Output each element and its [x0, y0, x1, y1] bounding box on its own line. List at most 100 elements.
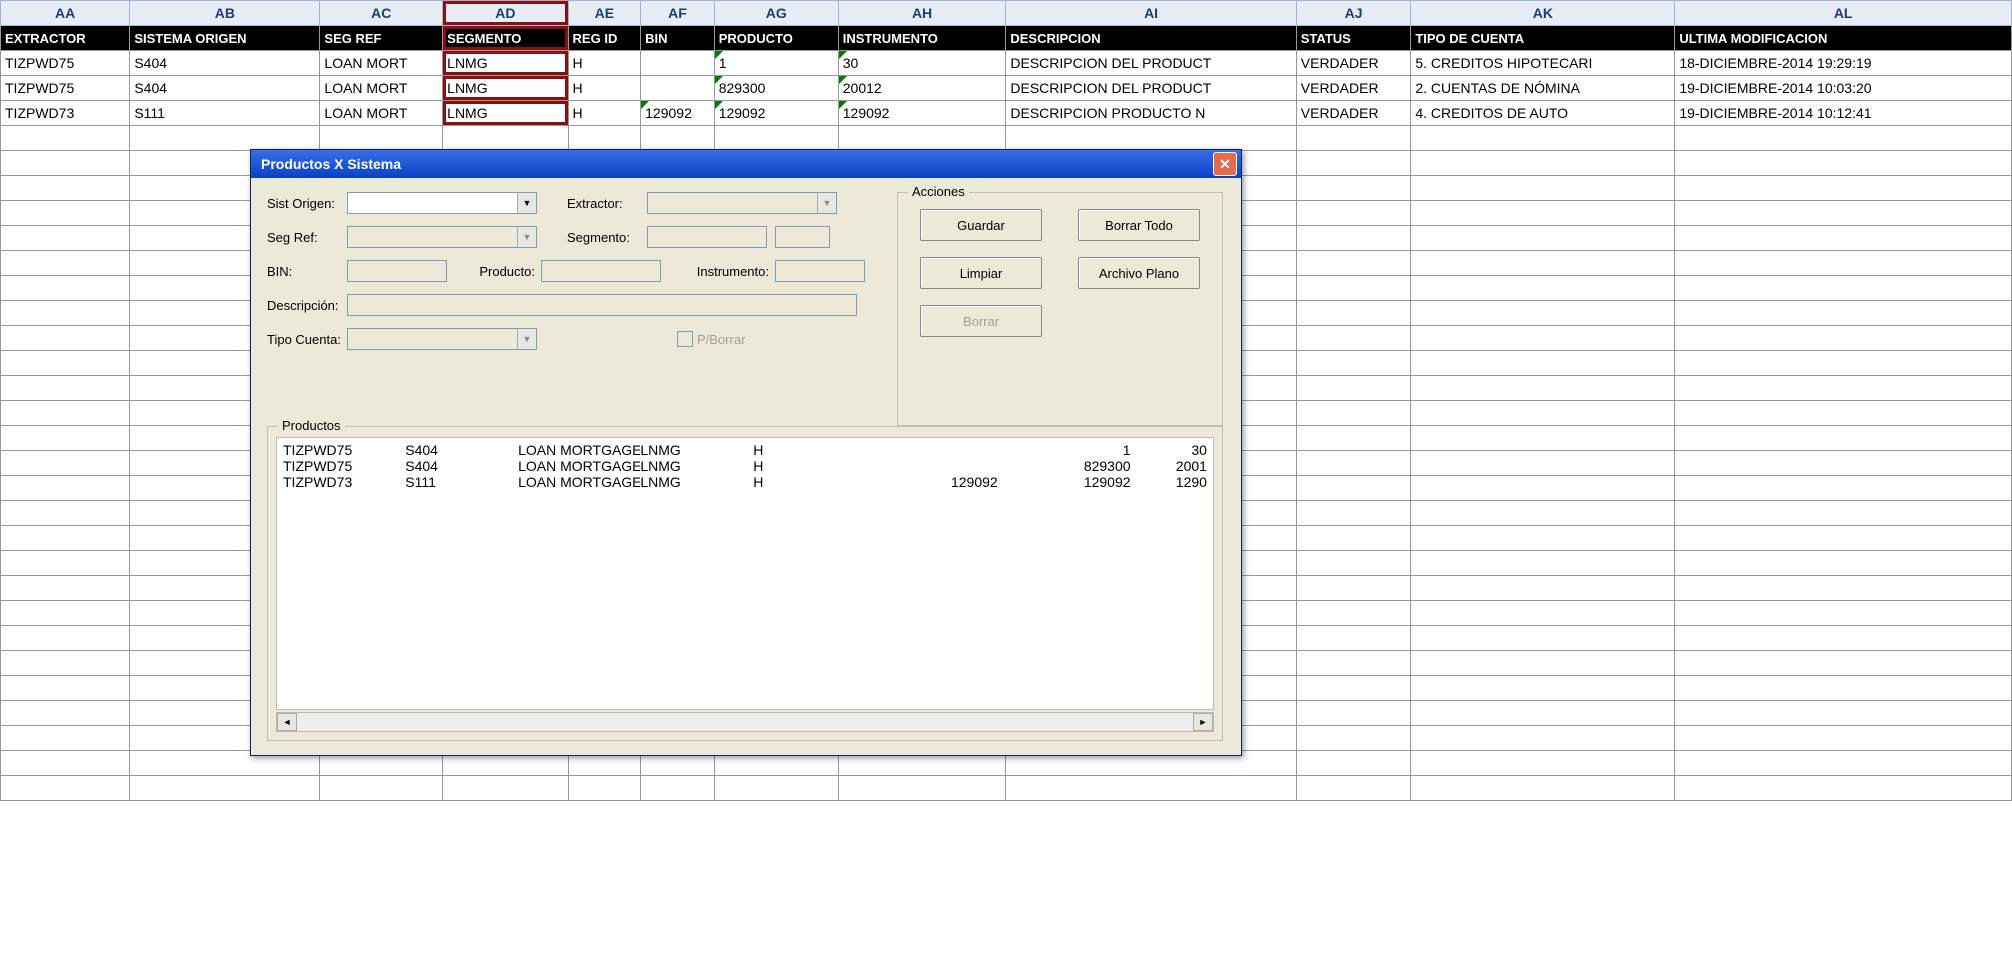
cell[interactable] — [1675, 276, 2012, 301]
cell[interactable] — [1675, 426, 2012, 451]
cell[interactable] — [1, 476, 130, 501]
scroll-left-icon[interactable]: ◄ — [277, 713, 297, 731]
cell[interactable] — [1296, 251, 1411, 276]
cell[interactable] — [568, 126, 641, 151]
data-header[interactable]: SEGMENTO — [443, 26, 568, 51]
cell[interactable] — [1411, 201, 1675, 226]
cell[interactable] — [1, 401, 130, 426]
cell[interactable]: S111 — [130, 101, 320, 126]
cell[interactable] — [1411, 251, 1675, 276]
cell[interactable] — [1411, 726, 1675, 751]
cell[interactable]: TIZPWD73 — [1, 101, 130, 126]
cell[interactable] — [1, 601, 130, 626]
cell[interactable] — [1, 701, 130, 726]
cell[interactable] — [1, 776, 130, 801]
cell[interactable] — [1411, 576, 1675, 601]
cell[interactable]: 19-DICIEMBRE-2014 10:03:20 — [1675, 76, 2012, 101]
cell[interactable] — [443, 126, 568, 151]
column-header-AA[interactable]: AA — [1, 1, 130, 26]
cell[interactable]: 20012 — [838, 76, 1006, 101]
cell[interactable] — [1411, 701, 1675, 726]
column-header-AB[interactable]: AB — [130, 1, 320, 26]
cell[interactable] — [1, 301, 130, 326]
data-header[interactable]: DESCRIPCION — [1006, 26, 1296, 51]
cell[interactable] — [1675, 401, 2012, 426]
column-header-AG[interactable]: AG — [714, 1, 838, 26]
cell[interactable] — [1296, 401, 1411, 426]
data-header[interactable]: PRODUCTO — [714, 26, 838, 51]
cell[interactable] — [1296, 176, 1411, 201]
cell[interactable]: H — [568, 51, 641, 76]
cell[interactable] — [1675, 726, 2012, 751]
cell[interactable] — [1675, 476, 2012, 501]
cell[interactable] — [1296, 551, 1411, 576]
cell[interactable] — [1675, 626, 2012, 651]
data-header[interactable]: SEG REF — [320, 26, 443, 51]
productos-row[interactable]: TIZPWD73S111LOAN MORTGAGELNMGH1290921290… — [283, 474, 1207, 490]
cell[interactable] — [1675, 176, 2012, 201]
cell[interactable] — [1296, 676, 1411, 701]
data-header[interactable]: EXTRACTOR — [1, 26, 130, 51]
column-header-AL[interactable]: AL — [1675, 1, 2012, 26]
cell[interactable] — [1411, 751, 1675, 776]
cell[interactable]: S404 — [130, 51, 320, 76]
cell[interactable] — [1675, 301, 2012, 326]
cell[interactable] — [568, 776, 641, 801]
cell[interactable] — [1675, 351, 2012, 376]
close-icon[interactable]: ✕ — [1213, 152, 1237, 176]
data-header[interactable]: REG ID — [568, 26, 641, 51]
cell[interactable] — [1411, 426, 1675, 451]
cell[interactable] — [1675, 676, 2012, 701]
cell[interactable]: DESCRIPCION PRODUCTO N — [1006, 101, 1296, 126]
cell[interactable] — [1296, 126, 1411, 151]
dialog-titlebar[interactable]: Productos X Sistema ✕ — [251, 150, 1241, 178]
scroll-track[interactable] — [297, 714, 1193, 730]
cell[interactable] — [1675, 526, 2012, 551]
cell[interactable] — [1296, 626, 1411, 651]
cell[interactable]: LOAN MORT — [320, 51, 443, 76]
column-header-AC[interactable]: AC — [320, 1, 443, 26]
productos-row[interactable]: TIZPWD75S404LOAN MORTGAGELNMGH130 — [283, 442, 1207, 458]
cell[interactable] — [1, 126, 130, 151]
cell[interactable] — [320, 126, 443, 151]
combo-sist-origen[interactable]: ▼ — [347, 192, 537, 214]
cell[interactable]: LNMG — [443, 101, 568, 126]
data-header[interactable]: BIN — [641, 26, 715, 51]
cell[interactable] — [1411, 301, 1675, 326]
cell[interactable] — [1296, 276, 1411, 301]
cell[interactable] — [838, 776, 1006, 801]
cell[interactable]: 129092 — [641, 101, 715, 126]
cell[interactable] — [1, 576, 130, 601]
cell[interactable]: 1 — [714, 51, 838, 76]
cell[interactable] — [1, 326, 130, 351]
cell[interactable]: S404 — [130, 76, 320, 101]
cell[interactable]: 18-DICIEMBRE-2014 19:29:19 — [1675, 51, 2012, 76]
data-header[interactable]: ULTIMA MODIFICACION — [1675, 26, 2012, 51]
cell[interactable] — [1411, 601, 1675, 626]
cell[interactable] — [1675, 651, 2012, 676]
cell[interactable]: 129092 — [838, 101, 1006, 126]
cell[interactable] — [714, 776, 838, 801]
cell[interactable] — [1, 676, 130, 701]
cell[interactable] — [641, 76, 715, 101]
cell[interactable] — [1411, 376, 1675, 401]
cell[interactable] — [1, 626, 130, 651]
column-header-AK[interactable]: AK — [1411, 1, 1675, 26]
cell[interactable] — [1411, 676, 1675, 701]
cell[interactable]: 19-DICIEMBRE-2014 10:12:41 — [1675, 101, 2012, 126]
cell[interactable] — [1296, 601, 1411, 626]
cell[interactable] — [1675, 576, 2012, 601]
cell[interactable] — [1411, 351, 1675, 376]
cell[interactable] — [1675, 501, 2012, 526]
productos-list[interactable]: TIZPWD75S404LOAN MORTGAGELNMGH130 TIZPWD7… — [276, 437, 1214, 710]
cell[interactable]: H — [568, 76, 641, 101]
cell[interactable] — [1296, 751, 1411, 776]
column-header-AE[interactable]: AE — [568, 1, 641, 26]
cell[interactable] — [1, 376, 130, 401]
cell[interactable] — [1, 751, 130, 776]
cell[interactable] — [1, 501, 130, 526]
cell[interactable] — [1, 451, 130, 476]
cell[interactable] — [1411, 126, 1675, 151]
cell[interactable] — [1675, 151, 2012, 176]
column-header-AI[interactable]: AI — [1006, 1, 1296, 26]
